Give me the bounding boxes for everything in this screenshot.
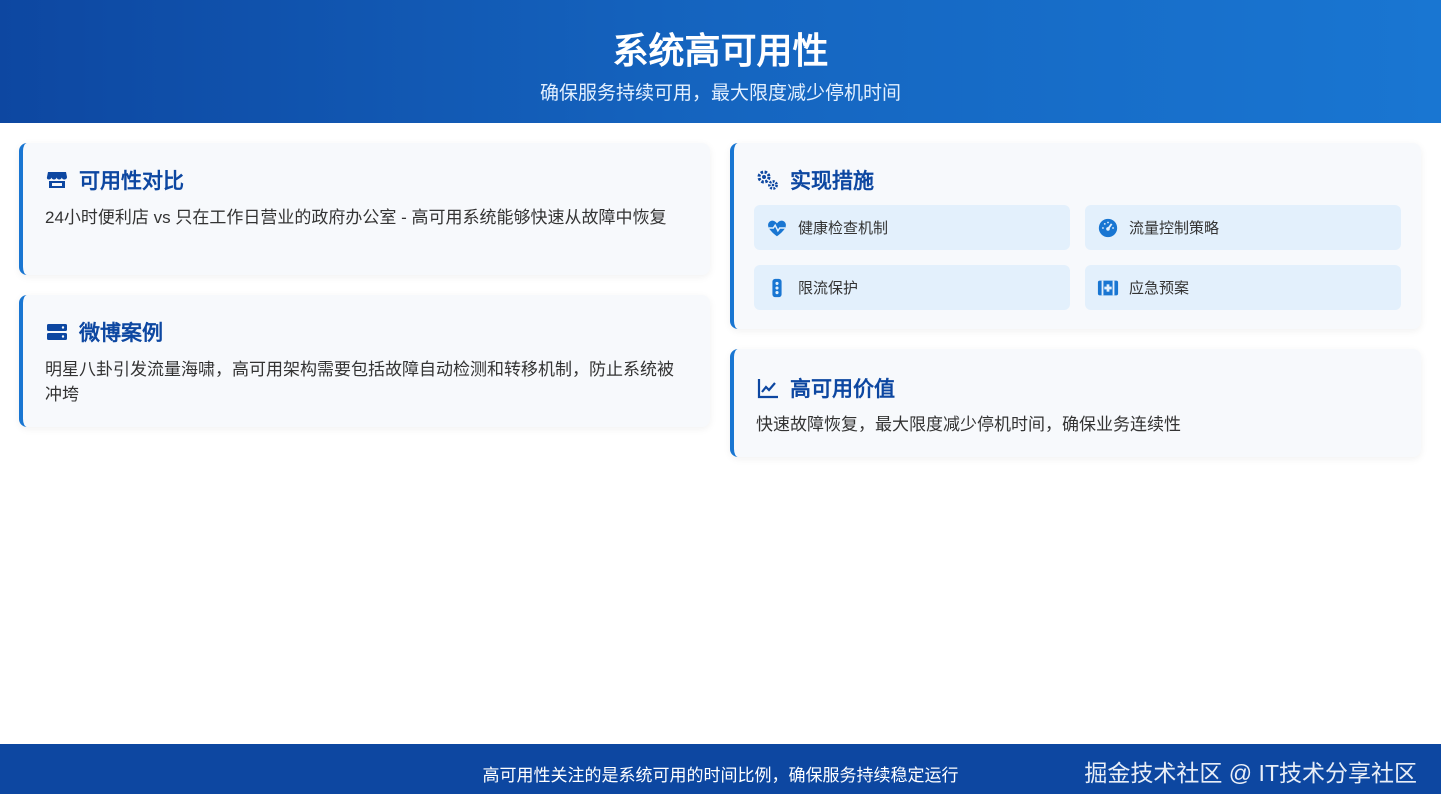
weibo-card: 微博案例 明星八卦引发流量海啸，高可用架构需要包括故障自动检测和转移机制，防止系…	[19, 295, 710, 427]
heartbeat-icon	[768, 220, 786, 236]
measure-label: 流量控制策略	[1129, 220, 1220, 237]
measure-item-health-check: 健康检查机制	[754, 205, 1070, 250]
store-icon	[46, 172, 67, 188]
page-header: 系统高可用性 确保服务持续可用，最大限度减少停机时间	[0, 0, 1441, 123]
measure-label: 限流保护	[798, 280, 859, 297]
measure-item-traffic-control: 流量控制策略	[1085, 205, 1401, 250]
value-card-text: 快速故障恢复，最大限度减少停机时间，确保业务连续性	[756, 415, 1181, 434]
measures-card-title: 实现措施	[756, 165, 874, 195]
first-aid-icon	[1097, 280, 1119, 295]
weibo-card-title: 微博案例	[45, 317, 163, 347]
traffic-light-icon	[772, 278, 782, 297]
value-card-heading: 高可用价值	[790, 378, 895, 401]
availability-card-heading: 可用性对比	[79, 170, 184, 193]
availability-card-text: 24小时便利店 vs 只在工作日营业的政府办公室 - 高可用系统能够快速从故障中…	[45, 208, 667, 227]
measure-label: 健康检查机制	[798, 220, 889, 237]
value-card: 高可用价值 快速故障恢复，最大限度减少停机时间，确保业务连续性	[730, 349, 1421, 457]
watermark: 掘金技术社区 @ IT技术分享社区	[1084, 760, 1417, 786]
measures-card-heading: 实现措施	[790, 170, 874, 193]
measure-label: 应急预案	[1129, 280, 1190, 297]
weibo-card-heading: 微博案例	[79, 322, 163, 345]
measures-card: 实现措施 健康检查机制 流量控制策略 限流保护 应急预案	[730, 143, 1421, 329]
measure-item-rate-limit: 限流保护	[754, 265, 1070, 310]
weibo-card-text: 明星八卦引发流量海啸，高可用架构需要包括故障自动检测和转移机制，防止系统被冲垮	[45, 360, 674, 404]
page-footer: 高可用性关注的是系统可用的时间比例，确保服务持续稳定运行 掘金技术社区 @ IT…	[0, 744, 1441, 794]
gauge-icon	[1098, 218, 1118, 237]
value-card-title: 高可用价值	[756, 373, 895, 403]
availability-card: 可用性对比 24小时便利店 vs 只在工作日营业的政府办公室 - 高可用系统能够…	[19, 143, 710, 275]
page-subtitle: 确保服务持续可用，最大限度减少停机时间	[539, 83, 901, 104]
availability-card-title: 可用性对比	[45, 165, 184, 195]
measure-item-emergency-plan: 应急预案	[1085, 265, 1401, 310]
page-title: 系统高可用性	[612, 31, 829, 72]
line-chart-icon	[757, 379, 778, 399]
server-icon	[47, 324, 67, 340]
gears-icon	[757, 170, 778, 190]
